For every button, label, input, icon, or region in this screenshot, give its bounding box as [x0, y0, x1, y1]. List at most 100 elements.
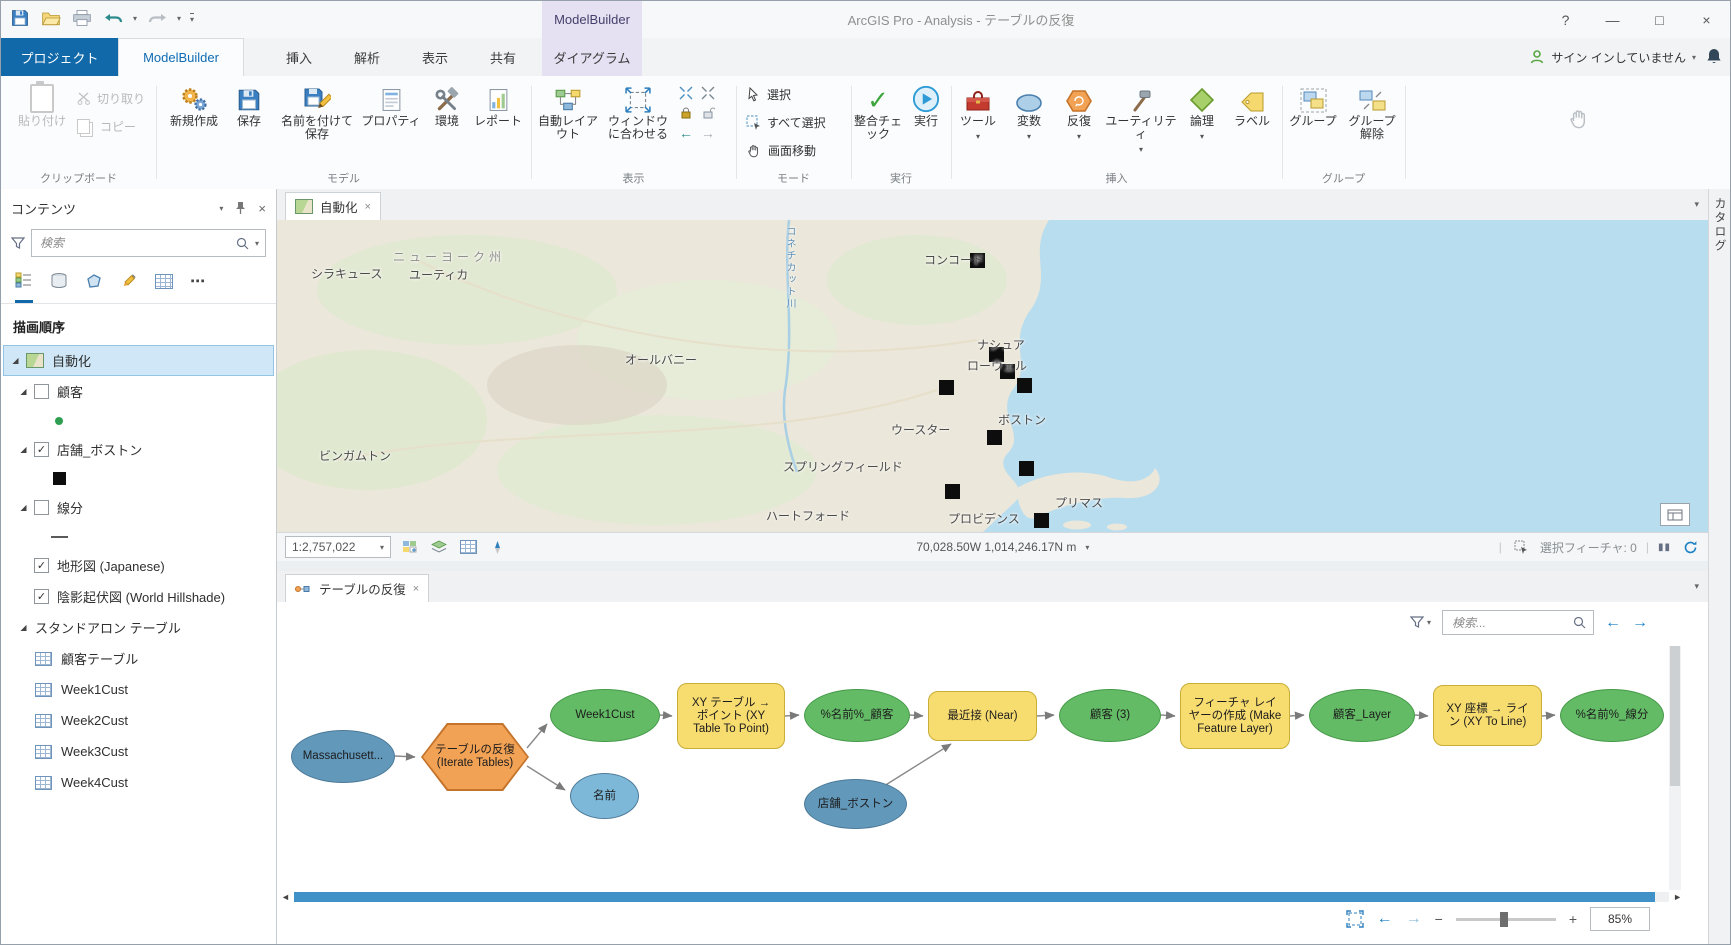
nav-back-icon[interactable]: ← — [679, 126, 693, 140]
model-node-xy-to-line[interactable]: XY 座標 → ライン (XY To Line) — [1433, 685, 1542, 746]
model-node-name-lines[interactable]: %名前%_線分 — [1560, 689, 1664, 742]
expander-icon[interactable]: ◢ — [9, 356, 22, 365]
open-project-icon[interactable] — [40, 6, 62, 30]
refresh-icon[interactable] — [1680, 537, 1700, 557]
undo-caret-icon[interactable]: ▾ — [133, 14, 137, 23]
add-layer-icon[interactable] — [400, 537, 420, 557]
open-table-icon[interactable] — [458, 537, 478, 557]
pan-mode-button[interactable]: 画面移動 — [746, 142, 816, 159]
map-tabbar-caret-icon[interactable]: ▾ — [1694, 199, 1699, 210]
save-as-button[interactable]: 名前を付けて保存 — [278, 81, 356, 141]
select-all-button[interactable]: すべて選択 — [746, 114, 826, 131]
compass-icon[interactable] — [487, 537, 507, 557]
environments-button[interactable]: 環境 — [424, 81, 470, 128]
close-model-tab-icon[interactable]: × — [413, 583, 419, 595]
scrollbar-thumb[interactable] — [294, 892, 1655, 902]
map-scale-combobox[interactable]: 1:2,757,022 ▾ — [285, 536, 391, 558]
undo-button[interactable] — [102, 6, 124, 30]
layer-row-hillshade[interactable]: ✓ 陰影起伏図 (World Hillshade) — [1, 581, 276, 612]
validate-button[interactable]: ✓ 整合チェック — [853, 81, 903, 141]
table-row[interactable]: Week2Cust — [1, 705, 276, 736]
view-splitter[interactable] — [277, 561, 1708, 571]
fit-extent-button[interactable] — [1346, 910, 1364, 928]
collapse-in-icon[interactable] — [679, 86, 693, 100]
model-node-name[interactable]: 名前 — [570, 773, 639, 819]
layer-checkbox-unchecked[interactable] — [34, 384, 49, 399]
map-overview-button[interactable] — [1660, 503, 1690, 526]
cut-button[interactable]: 切り取り — [77, 90, 145, 107]
model-node-customers-layer[interactable]: 顧客_Layer — [1309, 689, 1415, 742]
map-view-tab[interactable]: 自動化 × — [285, 192, 381, 220]
model-node-stores-boston[interactable]: 店舗_ボストン — [804, 779, 907, 829]
nav-forward-icon[interactable]: → — [701, 126, 715, 140]
table-row[interactable]: Week4Cust — [1, 767, 276, 798]
tab-insert[interactable]: 挿入 — [267, 38, 331, 76]
redo-button[interactable] — [146, 6, 168, 30]
map-view[interactable]: シラキュース ニューヨーク州 ユーティカ コンコード オールバニー ナシュア ロ… — [277, 220, 1708, 532]
table-row[interactable]: Week3Cust — [1, 736, 276, 767]
expander-icon[interactable]: ◢ — [17, 503, 30, 512]
notifications-bell-icon[interactable] — [1706, 48, 1722, 65]
catalog-tab[interactable]: カタログ — [1712, 197, 1729, 253]
unlock-icon[interactable] — [701, 106, 715, 120]
tab-view[interactable]: 表示 — [403, 38, 467, 76]
insert-logic-button[interactable]: 論理 ▾ — [1179, 81, 1225, 143]
filter-funnel-icon[interactable] — [11, 237, 25, 250]
report-button[interactable]: レポート — [472, 81, 524, 128]
model-node-input-massachusetts[interactable]: Massachusett... — [291, 730, 395, 783]
basemap-layers-icon[interactable] — [429, 537, 449, 557]
search-icon[interactable] — [1573, 616, 1586, 629]
model-view-tab[interactable]: テーブルの反復 × — [285, 574, 429, 602]
model-tabbar-caret-icon[interactable]: ▾ — [1694, 581, 1699, 592]
new-model-button[interactable]: 新規作成 — [166, 81, 222, 128]
contents-tabs-overflow[interactable]: ⋯ — [190, 259, 205, 303]
list-by-data-source-tab[interactable] — [50, 259, 68, 303]
model-node-make-feature-layer[interactable]: フィーチャ レイヤーの作成 (Make Feature Layer) — [1180, 683, 1290, 749]
properties-button[interactable]: プロパティ — [360, 81, 422, 128]
run-button[interactable]: 実行 — [905, 81, 947, 128]
layer-checkbox-checked[interactable]: ✓ — [34, 558, 49, 573]
expander-icon[interactable]: ◢ — [17, 445, 30, 454]
help-button[interactable]: ? — [1542, 1, 1589, 38]
table-row[interactable]: 顧客テーブル — [1, 643, 276, 674]
auto-layout-button[interactable]: 自動レイアウト — [537, 81, 599, 141]
expander-icon[interactable]: ◢ — [17, 387, 30, 396]
insert-iterator-button[interactable]: 反復 ▾ — [1055, 81, 1103, 143]
standalone-tables-row[interactable]: ◢ スタンドアロン テーブル — [1, 612, 276, 643]
close-pane-icon[interactable]: × — [258, 201, 266, 216]
model-node-iterate-tables[interactable]: テーブルの反復 (Iterate Tables) — [421, 723, 529, 791]
layer-row-lines[interactable]: ◢ 線分 — [1, 492, 276, 523]
fit-to-window-button[interactable]: ウィンドウに合わせる — [603, 81, 673, 141]
layer-row-stores[interactable]: ◢ ✓ 店舗_ボストン — [1, 434, 276, 465]
model-prev-button[interactable]: ← — [1605, 615, 1621, 631]
expander-icon[interactable]: ◢ — [17, 623, 30, 632]
select-mode-button[interactable]: 選択 — [746, 86, 791, 103]
minimize-button[interactable]: — — [1589, 1, 1636, 38]
scroll-left-icon[interactable]: ◄ — [281, 892, 290, 902]
model-canvas[interactable]: ▾ ← → — [277, 602, 1708, 944]
lock-icon[interactable] — [679, 106, 693, 120]
zoom-back-button[interactable]: ← — [1377, 911, 1393, 927]
model-horizontal-scrollbar[interactable]: ◄ ► — [281, 890, 1682, 903]
zoom-level-value[interactable]: 85% — [1590, 907, 1650, 931]
insert-label-button[interactable]: ラベル — [1227, 81, 1277, 128]
model-search-input[interactable] — [1450, 615, 1567, 631]
search-options-caret-icon[interactable]: ▾ — [255, 239, 259, 248]
copy-button[interactable]: コピー — [77, 118, 136, 135]
list-by-labeling-tab[interactable] — [155, 259, 173, 303]
close-button[interactable]: × — [1683, 1, 1730, 38]
layer-row-topo[interactable]: ✓ 地形図 (Japanese) — [1, 550, 276, 581]
zoom-slider-thumb[interactable] — [1500, 912, 1508, 927]
map-coordinates[interactable]: 70,028.50W 1,014,246.17N m — [916, 540, 1076, 554]
insert-variable-button[interactable]: 変数 ▾ — [1005, 81, 1053, 143]
save-project-icon[interactable] — [9, 6, 31, 30]
tab-analyze[interactable]: 解析 — [335, 38, 399, 76]
point-symbol-swatch[interactable] — [55, 417, 63, 425]
layer-checkbox-checked[interactable]: ✓ — [34, 442, 49, 457]
model-node-week1cust[interactable]: Week1Cust — [550, 689, 660, 742]
line-symbol-swatch[interactable] — [51, 536, 68, 538]
coords-caret-icon[interactable]: ▾ — [1085, 543, 1089, 552]
tab-modelbuilder[interactable]: ModelBuilder — [118, 38, 244, 76]
model-node-near[interactable]: 最近接 (Near) — [928, 691, 1037, 741]
square-symbol-swatch[interactable] — [53, 472, 66, 485]
